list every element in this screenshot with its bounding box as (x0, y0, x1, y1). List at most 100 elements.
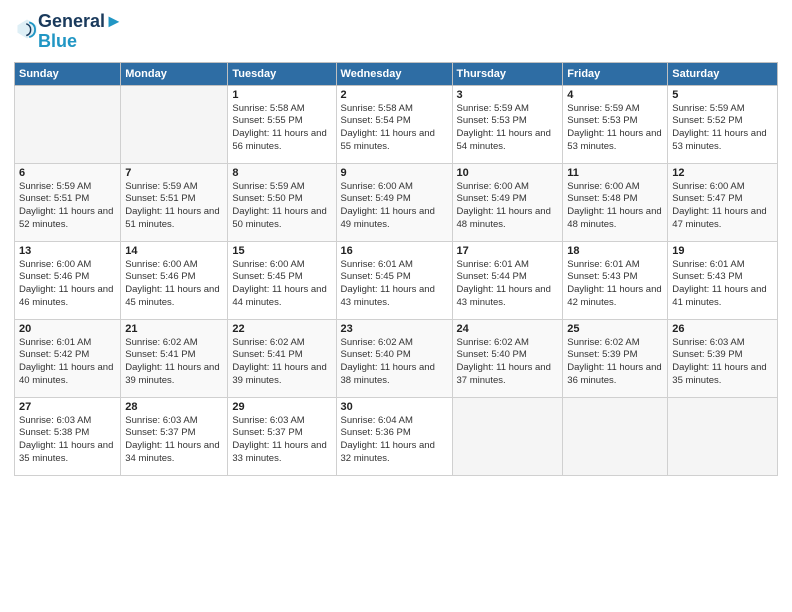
calendar-cell (668, 397, 778, 475)
day-number: 29 (232, 401, 331, 413)
cell-info: Sunrise: 6:03 AMSunset: 5:38 PMDaylight:… (19, 415, 116, 466)
calendar-cell: 4 Sunrise: 5:59 AMSunset: 5:53 PMDaylight… (563, 85, 668, 163)
cell-info: Sunrise: 5:58 AMSunset: 5:55 PMDaylight:… (232, 103, 331, 154)
week-row-1: 1 Sunrise: 5:58 AMSunset: 5:55 PMDaylight… (15, 85, 778, 163)
week-row-4: 20Sunrise: 6:01 AMSunset: 5:42 PMDayligh… (15, 319, 778, 397)
cell-info: Sunrise: 6:00 AMSunset: 5:49 PMDaylight:… (457, 181, 559, 232)
day-number: 14 (125, 245, 223, 257)
cell-info: Sunrise: 5:59 AMSunset: 5:53 PMDaylight:… (457, 103, 559, 154)
calendar-cell: 5Sunrise: 5:59 AMSunset: 5:52 PMDaylight… (668, 85, 778, 163)
calendar-cell: 12 Sunrise: 6:00 AMSunset: 5:47 PMDayligh… (668, 163, 778, 241)
calendar-cell: 9Sunrise: 6:00 AMSunset: 5:49 PMDaylight… (336, 163, 452, 241)
day-number: 1 (232, 89, 331, 101)
calendar-cell: 11 Sunrise: 6:00 AMSunset: 5:48 PMDayligh… (563, 163, 668, 241)
day-number: 19 (672, 245, 773, 257)
day-number: 3 (457, 89, 559, 101)
calendar-cell: 29Sunrise: 6:03 AMSunset: 5:37 PMDayligh… (228, 397, 336, 475)
calendar-cell: 23 Sunrise: 6:02 AMSunset: 5:40 PMDayligh… (336, 319, 452, 397)
calendar-cell: 10 Sunrise: 6:00 AMSunset: 5:49 PMDayligh… (452, 163, 563, 241)
col-header-wednesday: Wednesday (336, 62, 452, 85)
cell-info: Sunrise: 6:01 AMSunset: 5:43 PMDaylight:… (567, 259, 663, 310)
cell-info: Sunrise: 6:01 AMSunset: 5:44 PMDaylight:… (457, 259, 559, 310)
day-number: 15 (232, 245, 331, 257)
cell-info: Sunrise: 6:00 AMSunset: 5:48 PMDaylight:… (567, 181, 663, 232)
calendar-cell (452, 397, 563, 475)
day-number: 7 (125, 167, 223, 179)
calendar-cell: 24 Sunrise: 6:02 AMSunset: 5:40 PMDayligh… (452, 319, 563, 397)
day-number: 24 (457, 323, 559, 335)
day-number: 30 (341, 401, 448, 413)
day-number: 13 (19, 245, 116, 257)
calendar-cell: 17 Sunrise: 6:01 AMSunset: 5:44 PMDayligh… (452, 241, 563, 319)
calendar-cell: 26 Sunrise: 6:03 AMSunset: 5:39 PMDayligh… (668, 319, 778, 397)
cell-info: Sunrise: 6:04 AMSunset: 5:36 PMDaylight:… (341, 415, 448, 466)
calendar-header-row: SundayMondayTuesdayWednesdayThursdayFrid… (15, 62, 778, 85)
calendar-table: SundayMondayTuesdayWednesdayThursdayFrid… (14, 62, 778, 476)
day-number: 17 (457, 245, 559, 257)
day-number: 6 (19, 167, 116, 179)
cell-info: Sunrise: 6:02 AMSunset: 5:39 PMDaylight:… (567, 337, 663, 388)
cell-info: Sunrise: 6:02 AMSunset: 5:40 PMDaylight:… (341, 337, 448, 388)
calendar-cell: 16 Sunrise: 6:01 AMSunset: 5:45 PMDayligh… (336, 241, 452, 319)
calendar-cell: 3 Sunrise: 5:59 AMSunset: 5:53 PMDaylight… (452, 85, 563, 163)
col-header-sunday: Sunday (15, 62, 121, 85)
logo-text: General► Blue (38, 12, 123, 52)
calendar-cell: 15Sunrise: 6:00 AMSunset: 5:45 PMDayligh… (228, 241, 336, 319)
cell-info: Sunrise: 6:03 AMSunset: 5:39 PMDaylight:… (672, 337, 773, 388)
calendar-cell: 20Sunrise: 6:01 AMSunset: 5:42 PMDayligh… (15, 319, 121, 397)
page-container: General► Blue SundayMondayTuesdayWednesd… (0, 0, 792, 484)
cell-info: Sunrise: 5:58 AMSunset: 5:54 PMDaylight:… (341, 103, 448, 154)
cell-info: Sunrise: 6:00 AMSunset: 5:47 PMDaylight:… (672, 181, 773, 232)
cell-info: Sunrise: 6:00 AMSunset: 5:49 PMDaylight:… (341, 181, 448, 232)
cell-info: Sunrise: 5:59 AMSunset: 5:52 PMDaylight:… (672, 103, 773, 154)
cell-info: Sunrise: 6:02 AMSunset: 5:40 PMDaylight:… (457, 337, 559, 388)
cell-info: Sunrise: 5:59 AMSunset: 5:51 PMDaylight:… (125, 181, 223, 232)
day-number: 22 (232, 323, 331, 335)
day-number: 2 (341, 89, 448, 101)
cell-info: Sunrise: 6:02 AMSunset: 5:41 PMDaylight:… (232, 337, 331, 388)
calendar-cell: 21Sunrise: 6:02 AMSunset: 5:41 PMDayligh… (121, 319, 228, 397)
cell-info: Sunrise: 6:01 AMSunset: 5:43 PMDaylight:… (672, 259, 773, 310)
cell-info: Sunrise: 5:59 AMSunset: 5:50 PMDaylight:… (232, 181, 331, 232)
calendar-body: 1 Sunrise: 5:58 AMSunset: 5:55 PMDaylight… (15, 85, 778, 475)
logo-icon (16, 18, 38, 40)
col-header-friday: Friday (563, 62, 668, 85)
calendar-cell: 27Sunrise: 6:03 AMSunset: 5:38 PMDayligh… (15, 397, 121, 475)
calendar-cell: 2 Sunrise: 5:58 AMSunset: 5:54 PMDaylight… (336, 85, 452, 163)
calendar-cell: 25Sunrise: 6:02 AMSunset: 5:39 PMDayligh… (563, 319, 668, 397)
cell-info: Sunrise: 6:01 AMSunset: 5:45 PMDaylight:… (341, 259, 448, 310)
day-number: 4 (567, 89, 663, 101)
col-header-monday: Monday (121, 62, 228, 85)
col-header-saturday: Saturday (668, 62, 778, 85)
calendar-cell: 22 Sunrise: 6:02 AMSunset: 5:41 PMDayligh… (228, 319, 336, 397)
calendar-cell: 18 Sunrise: 6:01 AMSunset: 5:43 PMDayligh… (563, 241, 668, 319)
day-number: 10 (457, 167, 559, 179)
day-number: 20 (19, 323, 116, 335)
calendar-cell: 7 Sunrise: 5:59 AMSunset: 5:51 PMDaylight… (121, 163, 228, 241)
day-number: 12 (672, 167, 773, 179)
calendar-cell: 28Sunrise: 6:03 AMSunset: 5:37 PMDayligh… (121, 397, 228, 475)
week-row-3: 13 Sunrise: 6:00 AMSunset: 5:46 PMDayligh… (15, 241, 778, 319)
calendar-cell: 1 Sunrise: 5:58 AMSunset: 5:55 PMDaylight… (228, 85, 336, 163)
week-row-5: 27Sunrise: 6:03 AMSunset: 5:38 PMDayligh… (15, 397, 778, 475)
day-number: 11 (567, 167, 663, 179)
calendar-cell: 6Sunrise: 5:59 AMSunset: 5:51 PMDaylight… (15, 163, 121, 241)
calendar-cell (15, 85, 121, 163)
cell-info: Sunrise: 6:00 AMSunset: 5:46 PMDaylight:… (19, 259, 116, 310)
day-number: 8 (232, 167, 331, 179)
calendar-cell: 30 Sunrise: 6:04 AMSunset: 5:36 PMDayligh… (336, 397, 452, 475)
cell-info: Sunrise: 6:00 AMSunset: 5:46 PMDaylight:… (125, 259, 223, 310)
calendar-cell: 14 Sunrise: 6:00 AMSunset: 5:46 PMDayligh… (121, 241, 228, 319)
logo: General► Blue (14, 12, 123, 52)
week-row-2: 6 Sunrise: 5:59 AMSunset: 5:51 PMDaylight… (15, 163, 778, 241)
col-header-thursday: Thursday (452, 62, 563, 85)
day-number: 18 (567, 245, 663, 257)
day-number: 21 (125, 323, 223, 335)
header: General► Blue (14, 12, 778, 52)
col-header-tuesday: Tuesday (228, 62, 336, 85)
day-number: 28 (125, 401, 223, 413)
day-number: 16 (341, 245, 448, 257)
day-number: 26 (672, 323, 773, 335)
day-number: 23 (341, 323, 448, 335)
cell-info: Sunrise: 5:59 AMSunset: 5:53 PMDaylight:… (567, 103, 663, 154)
